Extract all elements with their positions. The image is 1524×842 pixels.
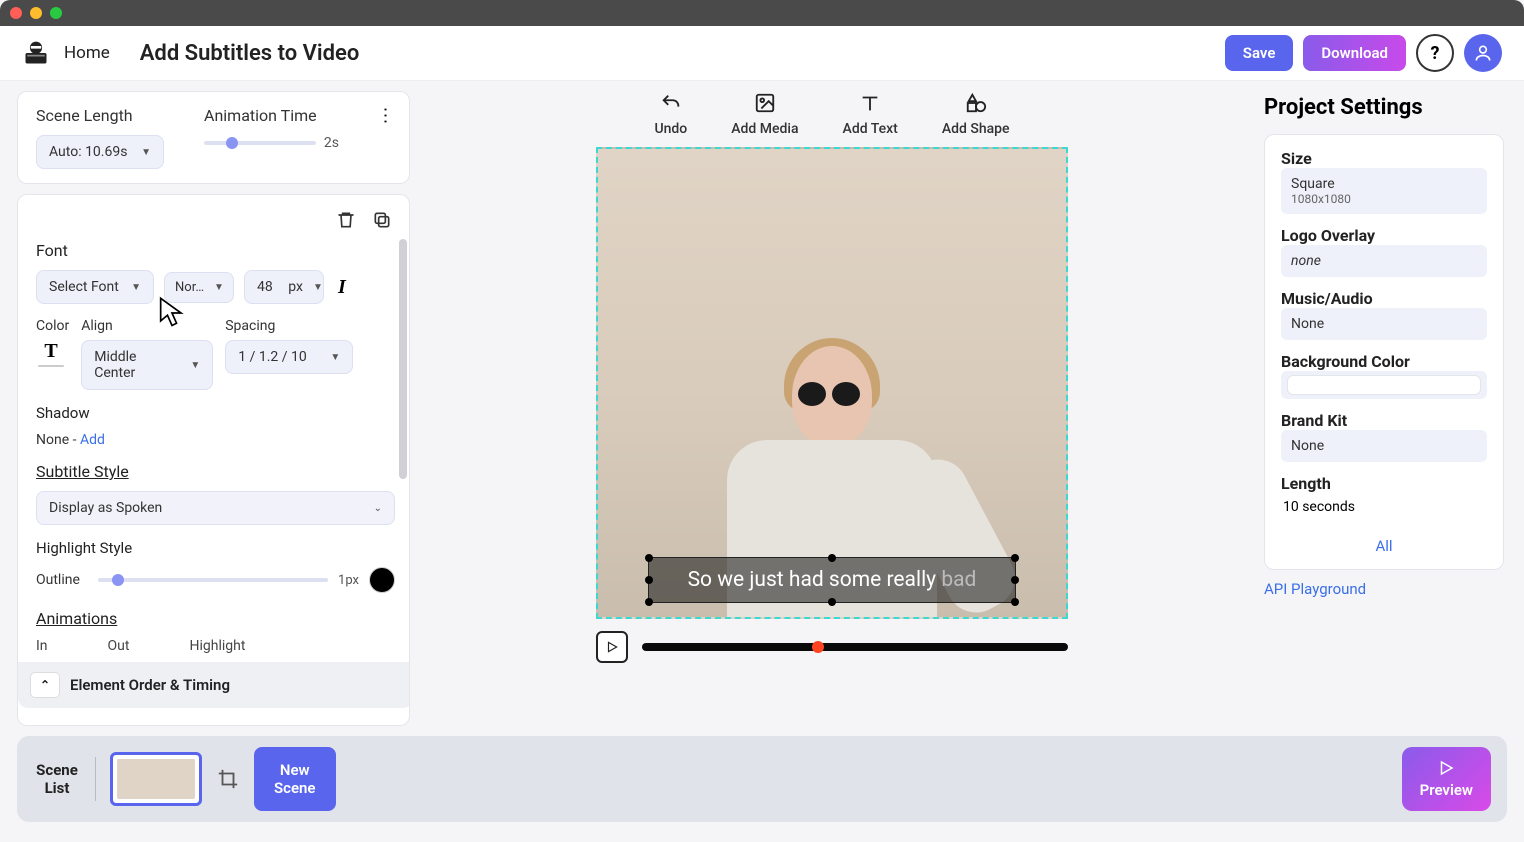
shadow-label: Shadow [36,404,395,422]
size-label: Size [1281,149,1487,168]
help-icon[interactable]: ? [1416,34,1454,72]
project-settings-title: Project Settings [1264,95,1504,120]
save-button[interactable]: Save [1225,35,1294,71]
video-canvas[interactable]: So we just had some really bad [596,147,1068,619]
italic-toggle[interactable]: I [334,272,350,303]
home-link[interactable]: Home [64,43,110,63]
anim-out-label: Out [108,638,130,654]
brand-kit-selector[interactable]: None [1281,430,1487,462]
window-close-dot[interactable] [10,7,22,19]
background-color-picker[interactable] [1281,371,1487,399]
text-color-picker[interactable]: T [36,340,66,362]
delete-icon[interactable] [335,209,357,231]
duplicate-icon[interactable] [371,209,393,231]
add-media-button[interactable]: Add Media [731,91,798,137]
animation-time-value: 2s [324,135,339,151]
font-section-label: Font [36,241,395,260]
align-dropdown[interactable]: Middle Center▼ [81,340,213,390]
add-shape-button[interactable]: Add Shape [942,91,1010,137]
playhead[interactable] [812,641,824,653]
play-button[interactable] [596,631,628,663]
length-value: 10 seconds [1281,493,1487,521]
background-color-label: Background Color [1281,352,1487,371]
length-label: Length [1281,474,1487,493]
all-settings-link[interactable]: All [1281,533,1487,555]
timeline-scrubber[interactable] [642,643,1068,651]
font-size-dropdown[interactable]: 48 px▼ [244,270,324,304]
text-properties-card: Font Select Font▼ Nor…▼ 48 px▼ I Color T [17,194,410,726]
size-selector[interactable]: Square 1080x1080 [1281,168,1487,214]
music-label: Music/Audio [1281,289,1487,308]
font-weight-dropdown[interactable]: Nor…▼ [164,272,234,303]
download-button[interactable]: Download [1303,35,1406,71]
logo-overlay-label: Logo Overlay [1281,226,1487,245]
outline-slider[interactable] [98,578,328,582]
scene-length-dropdown[interactable]: Auto: 10.69s▼ [36,135,164,169]
page-title: Add Subtitles to Video [140,41,360,66]
font-family-dropdown[interactable]: Select Font▼ [36,270,154,304]
element-order-toggle[interactable]: ⌃ [30,672,60,698]
scene-menu-icon[interactable]: ⋯ [375,107,396,127]
scene-thumbnail[interactable] [110,752,202,806]
outline-value: 1px [338,573,359,588]
app-logo [22,39,50,67]
add-text-button[interactable]: Add Text [843,91,898,137]
project-settings-card: Size Square 1080x1080 Logo Overlay none … [1264,134,1504,570]
scene-list-bar: SceneList NewScene Preview [17,736,1507,822]
divider [95,757,96,801]
undo-button[interactable]: Undo [654,91,687,137]
scene-list-label: SceneList [33,761,81,797]
animation-time-slider[interactable] [204,141,316,145]
shadow-value: None - [36,432,76,448]
anim-highlight-label: Highlight [189,638,245,654]
color-label: Color [36,318,69,334]
outline-label: Outline [36,572,88,588]
spacing-label: Spacing [225,318,353,334]
animation-time-label: Animation Time [204,106,339,125]
outline-color-picker[interactable] [369,567,395,593]
highlight-style-label: Highlight Style [36,539,395,557]
logo-overlay-selector[interactable]: none [1281,245,1487,277]
brand-kit-label: Brand Kit [1281,411,1487,430]
window-maximize-dot[interactable] [50,7,62,19]
spacing-dropdown[interactable]: 1 / 1.2 / 10▼ [225,340,353,374]
anim-in-label: In [36,638,48,654]
subtitle-element[interactable]: So we just had some really bad [648,557,1016,603]
element-order-label: Element Order & Timing [70,676,230,694]
api-playground-link[interactable]: API Playground [1264,580,1504,598]
subtitle-style-dropdown[interactable]: Display as Spoken⌄ [36,491,395,525]
music-selector[interactable]: None [1281,308,1487,340]
preview-button[interactable]: Preview [1402,747,1491,811]
subtitle-style-label: Subtitle Style [36,462,395,481]
animations-label: Animations [36,609,395,628]
new-scene-button[interactable]: NewScene [254,747,336,811]
crop-icon[interactable] [216,767,240,791]
scene-settings-card: Scene Length Auto: 10.69s▼ Animation Tim… [17,91,410,184]
scene-length-label: Scene Length [36,106,164,125]
scrollbar[interactable] [399,239,407,479]
align-label: Align [81,318,213,334]
shadow-add-link[interactable]: Add [80,432,105,448]
window-minimize-dot[interactable] [30,7,42,19]
account-avatar[interactable] [1464,34,1502,72]
